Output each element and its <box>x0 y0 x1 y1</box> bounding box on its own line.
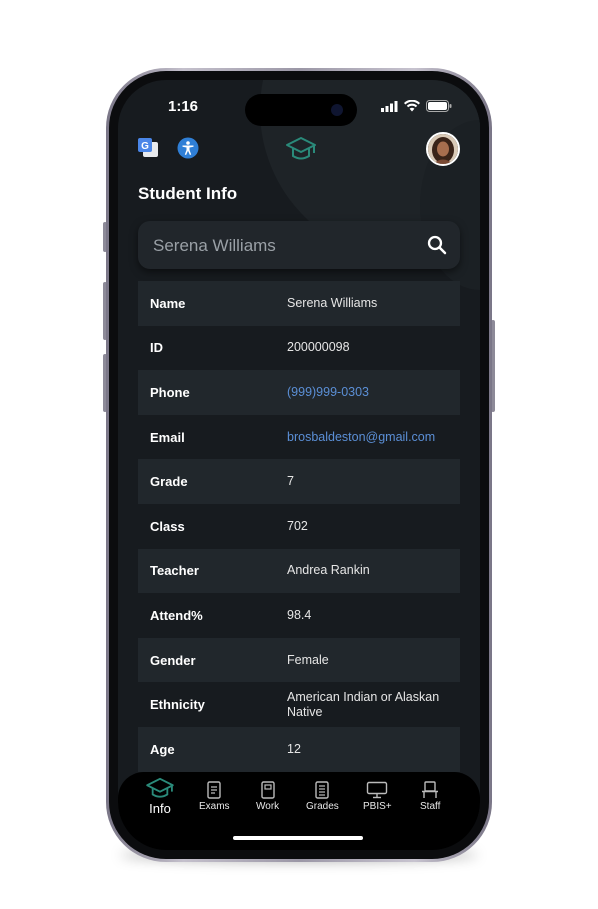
pbis-icon <box>367 781 388 799</box>
page-title: Student Info <box>138 184 238 203</box>
row-label: Ethnicity <box>150 697 205 713</box>
table-row: Age 12 <box>138 726 460 772</box>
table-row: Name Serena Williams <box>138 281 460 326</box>
camera-dot <box>331 104 343 116</box>
tab-info[interactable]: Info <box>145 777 175 816</box>
row-label: Attend% <box>150 607 203 623</box>
status-icons <box>381 100 452 112</box>
row-value: 98.4 <box>287 607 312 622</box>
row-label: Grade <box>150 474 188 490</box>
tab-work[interactable]: Work <box>256 781 279 812</box>
tab-bar: Info Exams Work Grades PBIS+ Staff <box>118 772 480 850</box>
battery-icon <box>426 100 452 112</box>
graduation-cap-icon <box>146 777 174 798</box>
home-indicator[interactable] <box>233 836 363 840</box>
tab-label: Work <box>256 801 280 812</box>
svg-text:G: G <box>141 141 149 152</box>
status-time: 1:16 <box>168 98 199 115</box>
work-icon <box>260 781 275 799</box>
table-row: Attend% 98.4 <box>138 593 460 638</box>
dynamic-island <box>245 94 357 126</box>
search-icon[interactable] <box>427 235 447 255</box>
tab-grades[interactable]: Grades <box>306 781 339 812</box>
row-value: Female <box>287 652 329 667</box>
exams-icon <box>207 781 221 799</box>
row-label: Class <box>150 518 185 534</box>
tab-label: PBIS+ <box>363 801 392 812</box>
table-row: Email brosbaldeston@gmail.com <box>138 415 460 460</box>
wifi-icon <box>404 100 420 112</box>
avatar[interactable] <box>426 132 460 166</box>
search-input[interactable] <box>151 221 425 271</box>
email-link[interactable]: brosbaldeston@gmail.com <box>287 430 460 445</box>
grades-icon <box>315 781 330 799</box>
app-header: G <box>118 132 480 172</box>
table-row: Class 702 <box>138 504 460 549</box>
signal-icon <box>381 100 398 112</box>
tab-label: Staff <box>420 801 441 812</box>
row-label: ID <box>150 340 163 356</box>
tab-label: Info <box>149 801 171 816</box>
row-value: 702 <box>287 518 308 533</box>
app-screen: 1:16 G Student Info Serena Williams Name… <box>118 80 480 850</box>
phone-bezel: 1:16 G Student Info Serena Williams Name… <box>109 71 489 859</box>
row-value: Serena Williams <box>287 295 378 310</box>
row-label: Gender <box>150 652 196 668</box>
phone-link[interactable]: (999)999-0303 <box>287 385 460 400</box>
table-row: Grade 7 <box>138 459 460 504</box>
row-value: 7 <box>287 474 294 489</box>
tab-exams[interactable]: Exams <box>199 781 230 812</box>
row-label: Name <box>150 295 186 311</box>
tab-pbis[interactable]: PBIS+ <box>363 781 392 812</box>
graduation-cap-icon <box>286 137 316 160</box>
table-row: Teacher Andrea Rankin <box>138 548 460 594</box>
tab-label: Grades <box>306 801 339 812</box>
row-value: 200000098 <box>287 340 350 355</box>
table-row: Phone (999)999-0303 <box>138 370 460 415</box>
phone-frame: 1:16 G Student Info Serena Williams Name… <box>106 68 492 862</box>
table-row: Ethnicity American Indian or Alaskan Nat… <box>138 682 460 727</box>
row-label: Age <box>150 741 175 757</box>
table-row: ID 200000098 <box>138 326 460 371</box>
table-row: Gender Female <box>138 637 460 683</box>
row-value: 12 <box>287 741 301 756</box>
status-bar: 1:16 <box>118 80 480 128</box>
row-label: Email <box>150 429 185 445</box>
translate-icon[interactable]: G <box>137 137 159 159</box>
tab-label: Exams <box>199 801 230 812</box>
row-value: Andrea Rankin <box>287 563 370 578</box>
row-label: Teacher <box>150 563 199 579</box>
tab-staff[interactable]: Staff <box>420 781 440 812</box>
row-label: Phone <box>150 384 190 400</box>
student-info-table: Name Serena Williams ID 200000098 Phone … <box>138 281 460 772</box>
search-bar <box>138 221 460 271</box>
row-value: American Indian or Alaskan Native <box>287 689 440 719</box>
accessibility-icon[interactable] <box>177 137 199 159</box>
staff-icon <box>422 781 439 798</box>
